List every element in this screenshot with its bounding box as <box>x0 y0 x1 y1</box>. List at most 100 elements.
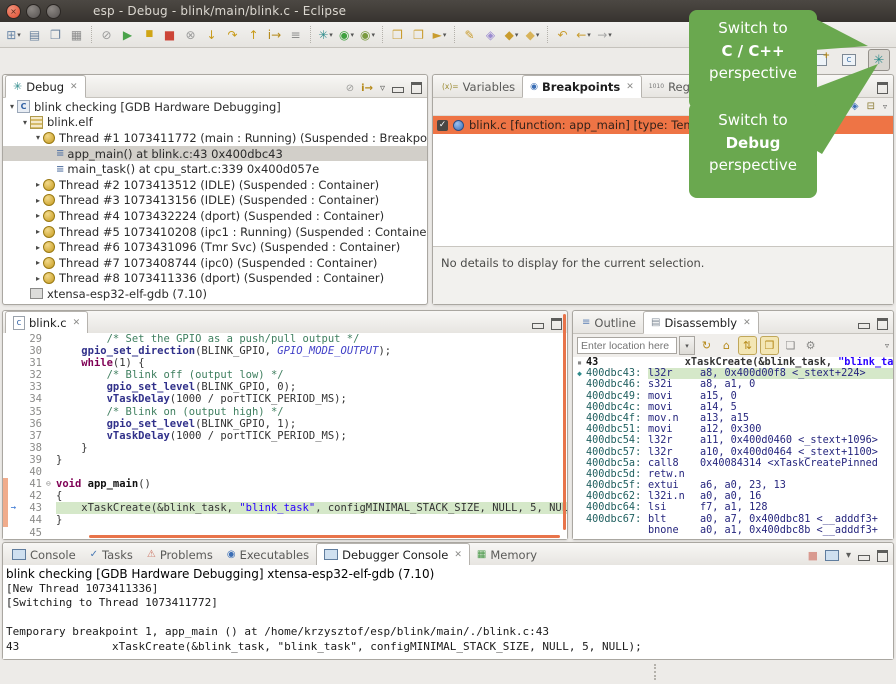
disassembly-row[interactable]: 400dbc62:l32i.na0, a0, 16 <box>573 491 893 502</box>
resume-icon[interactable]: ▶ <box>117 24 138 45</box>
save-icon[interactable]: ▤ <box>24 24 45 45</box>
code-line[interactable]: 39} <box>3 454 567 466</box>
close-icon[interactable]: ✕ <box>73 318 81 328</box>
tab-debugger-console[interactable]: Debugger Console ✕ <box>316 543 470 566</box>
pin-console-icon[interactable]: ◆▾ <box>522 24 543 45</box>
close-window-button[interactable]: × <box>6 4 21 19</box>
maximize-window-button[interactable] <box>46 4 61 19</box>
track-expression-icon[interactable]: ❐ <box>760 336 779 355</box>
disconnect-icon[interactable]: ⊗ <box>180 24 201 45</box>
external-tools-icon[interactable]: ◉▾ <box>357 24 378 45</box>
debug-tree-item[interactable]: ▸Thread #8 1073411336 (dport) (Suspended… <box>3 271 427 287</box>
expand-arrow-icon[interactable]: ▸ <box>33 227 43 236</box>
debug-tree-item[interactable]: xtensa-esp32-elf-gdb (7.10) <box>3 286 427 302</box>
minimize-view-icon[interactable] <box>532 323 544 329</box>
expand-arrow-icon[interactable]: ▸ <box>33 243 43 252</box>
instruction-stepping-icon[interactable]: i→ <box>264 24 285 45</box>
disassembly-row[interactable]: 400dbc64:lsif7, a1, 128 <box>573 502 893 513</box>
code-editor[interactable]: 29 /* Set the GPIO as a push/pull output… <box>3 333 567 539</box>
minimize-view-icon[interactable] <box>858 555 870 561</box>
paintbrush-icon[interactable]: ✎ <box>459 24 480 45</box>
build-icon[interactable]: ▦ <box>66 24 87 45</box>
link-with-debug-icon[interactable]: ◈ <box>851 101 859 112</box>
tab-console[interactable]: Console <box>5 544 83 565</box>
terminate-icon[interactable]: ■ <box>159 24 180 45</box>
close-icon[interactable]: ✕ <box>743 318 751 328</box>
minimize-view-icon[interactable] <box>858 323 870 329</box>
disassembly-row[interactable]: 400dbc51:movia12, 0x300 <box>573 424 893 435</box>
close-icon[interactable]: ✕ <box>626 82 634 92</box>
expand-arrow-icon[interactable]: ▸ <box>33 211 43 220</box>
suspend-icon[interactable]: ▮▮ <box>138 24 159 45</box>
debug-launch-icon[interactable]: ✳▾ <box>315 24 336 45</box>
code-line[interactable]: 37 vTaskDelay(1000 / portTICK_PERIOD_MS)… <box>3 430 567 442</box>
code-line[interactable]: 40 <box>3 466 567 478</box>
code-line[interactable]: 35 /* Blink on (output high) */ <box>3 406 567 418</box>
disassembly-row[interactable]: ◆400dbc43:l32ra8, 0x400d00f8 <_stext+224… <box>573 368 893 379</box>
disassembly-row[interactable]: 400dbc5d:retw.n <box>573 469 893 480</box>
save-all-icon[interactable]: ❐ <box>45 24 66 45</box>
expand-arrow-icon[interactable]: ▾ <box>33 133 43 142</box>
disassembly-row[interactable]: 400dbc49:movia15, 0 <box>573 391 893 402</box>
remove-terminated-icon[interactable]: ⊘ <box>346 83 354 94</box>
debug-tree-item[interactable]: ▸Thread #6 1073431096 (Tmr Svc) (Suspend… <box>3 239 427 255</box>
debug-tree-item[interactable]: ▾blink.elf <box>3 115 427 131</box>
disassembly-row[interactable]: 400dbc5a:call80x40084314 <xTaskCreatePin… <box>573 458 893 469</box>
home-icon[interactable]: ⌂ <box>718 337 735 354</box>
disassembly-row[interactable]: bnonea0, a1, 0x400dbc8b <__adddf3+ <box>573 525 893 536</box>
tab-variables[interactable]: (x)= Variables <box>435 76 522 97</box>
disassembly-row[interactable]: 400dbc57:l32ra10, 0x400d0464 <_stext+110… <box>573 447 893 458</box>
debug-tree-item[interactable]: ≡main_task() at cpu_start.c:339 0x400d05… <box>3 161 427 177</box>
disassembly-row[interactable]: 400dbc46:s32ia8, a1, 0 <box>573 379 893 390</box>
debug-tree-item[interactable]: ▸Thread #2 1073413512 (IDLE) (Suspended … <box>3 177 427 193</box>
view-menu-icon[interactable]: ▿ <box>885 341 889 350</box>
tab-problems[interactable]: ⚠ Problems <box>140 544 220 565</box>
settings-icon[interactable]: ⚙ <box>802 337 819 354</box>
back-icon[interactable]: ←▾ <box>573 24 594 45</box>
open-project-icon[interactable]: ❐ <box>408 24 429 45</box>
tab-tasks[interactable]: ✓ Tasks <box>83 544 140 565</box>
expand-arrow-icon[interactable]: ▸ <box>33 180 43 189</box>
maximize-view-icon[interactable] <box>877 82 888 94</box>
step-return-icon[interactable]: ↑ <box>243 24 264 45</box>
pin-editor-icon[interactable]: ◆▾ <box>501 24 522 45</box>
expand-arrow-icon[interactable]: ▸ <box>33 258 43 267</box>
disassembly-row[interactable]: 400dbc4f:mov.na13, a15 <box>573 413 893 424</box>
terminate-console-icon[interactable]: ■ <box>808 549 818 562</box>
sync-selection-icon[interactable]: ⇅ <box>738 336 757 355</box>
new-wizard-icon[interactable]: ⊞▾ <box>3 24 24 45</box>
step-into-icon[interactable]: ↓ <box>201 24 222 45</box>
view-menu-icon[interactable]: ▿ <box>883 102 887 111</box>
fold-collapse-icon[interactable]: ⊖ <box>46 478 56 490</box>
code-line[interactable]: 32 /* Blink off (output low) */ <box>3 369 567 381</box>
code-line[interactable]: 42{ <box>3 490 567 502</box>
breakpoint-row[interactable]: ✓ blink.c [function: app_main] [type: Te… <box>433 116 893 134</box>
refresh-icon[interactable]: ↻ <box>698 337 715 354</box>
debug-tree-item[interactable]: ▾Thread #1 1073411772 (main : Running) (… <box>3 130 427 146</box>
disassembly-row[interactable]: 400dbc54:l32ra11, 0x400d0460 <_stext+109… <box>573 435 893 446</box>
tab-debug[interactable]: ✳ Debug ✕ <box>5 75 86 98</box>
tab-memory[interactable]: ▦ Memory <box>470 544 544 565</box>
debug-tree-item[interactable]: ≡app_main() at blink.c:43 0x400dbc43 <box>3 146 427 162</box>
minimize-view-icon[interactable] <box>392 87 404 93</box>
tab-outline[interactable]: ≡ Outline <box>575 312 643 333</box>
code-line[interactable]: 38 } <box>3 442 567 454</box>
mark-occurrences-icon[interactable]: ◈ <box>480 24 501 45</box>
open-folder-icon[interactable]: ❒ <box>387 24 408 45</box>
debug-tree-item[interactable]: ▸Thread #7 1073408744 (ipc0) (Suspended … <box>3 255 427 271</box>
expand-arrow-icon[interactable]: ▸ <box>33 274 43 283</box>
close-icon[interactable]: ✕ <box>454 550 462 560</box>
code-line[interactable]: 30 gpio_set_direction(BLINK_GPIO, GPIO_M… <box>3 345 567 357</box>
expand-arrow-icon[interactable]: ▾ <box>7 102 17 111</box>
disassembly-row[interactable]: 400dbc4c:movia14, 5 <box>573 402 893 413</box>
debugger-console-output[interactable]: blink checking [GDB Hardware Debugging] … <box>3 565 893 659</box>
forward-icon[interactable]: →▾ <box>594 24 615 45</box>
close-icon[interactable]: ✕ <box>70 82 78 92</box>
tab-disassembly[interactable]: ▤ Disassembly ✕ <box>643 311 759 334</box>
skip-breakpoints-icon[interactable]: ⊘ <box>96 24 117 45</box>
code-line[interactable]: 36 gpio_set_level(BLINK_GPIO, 1); <box>3 418 567 430</box>
disassembly-source-line[interactable]: ▪43 xTaskCreate(&blink_task, "blink_tas <box>573 357 893 368</box>
last-edit-icon[interactable]: ↶ <box>552 24 573 45</box>
status-grip[interactable] <box>654 664 656 680</box>
step-over-icon[interactable]: ↷ <box>222 24 243 45</box>
